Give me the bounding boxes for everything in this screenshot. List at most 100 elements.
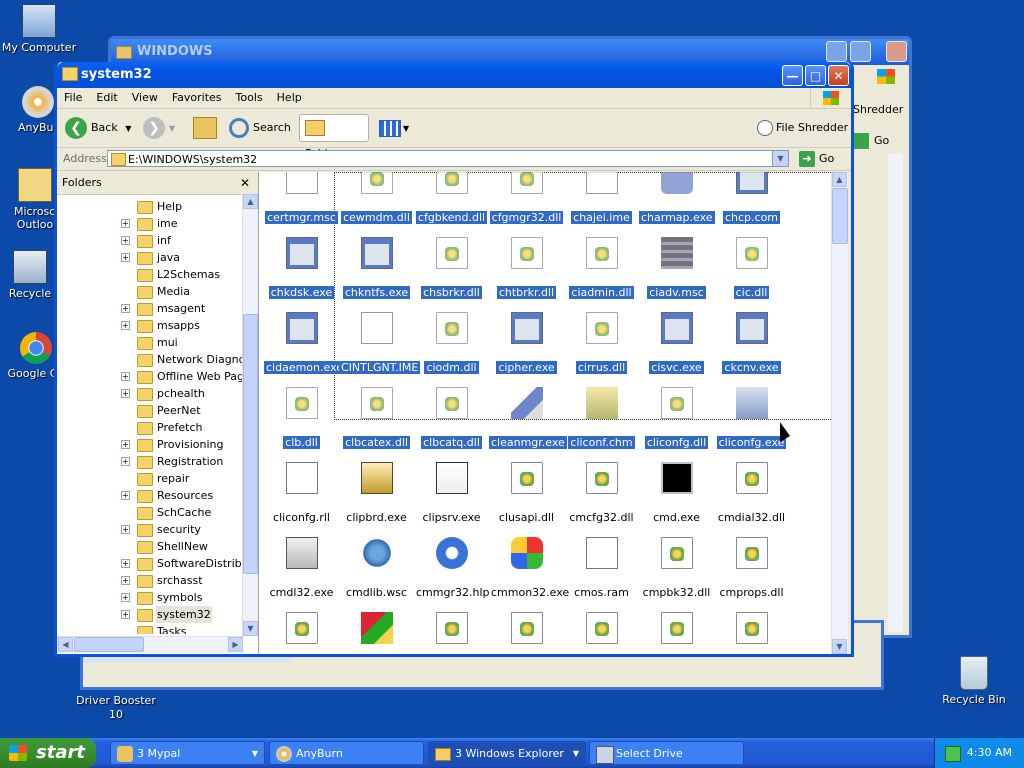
- address-input[interactable]: E:\WINDOWS\system32 ▼: [107, 150, 789, 167]
- network-icon[interactable]: [945, 746, 961, 762]
- file-item[interactable]: ciadv.msc: [639, 237, 714, 299]
- back-button[interactable]: ❮ Back ▼: [65, 115, 131, 141]
- file-item[interactable]: cipher.exe: [489, 312, 564, 374]
- folder-tree-item[interactable]: Help: [57, 198, 242, 215]
- file-item[interactable]: cmos.ram: [564, 537, 639, 599]
- file-item[interactable]: cirrus.dll: [564, 312, 639, 374]
- scroll-thumb[interactable]: [74, 637, 144, 652]
- menu-file[interactable]: File: [57, 91, 89, 104]
- folder-tree-item[interactable]: ShellNew: [57, 538, 242, 555]
- folder-tree-item[interactable]: + security: [57, 521, 242, 538]
- file-item[interactable]: [639, 612, 714, 654]
- expand-toggle[interactable]: +: [121, 372, 130, 381]
- close-icon[interactable]: ✕: [240, 172, 250, 194]
- scroll-thumb[interactable]: [832, 188, 848, 244]
- folder-tree-item[interactable]: repair: [57, 470, 242, 487]
- folder-tree-item[interactable]: + msapps: [57, 317, 242, 334]
- folder-tree-item[interactable]: Prefetch: [57, 419, 242, 436]
- expand-toggle[interactable]: +: [121, 253, 130, 262]
- expand-toggle[interactable]: +: [121, 389, 130, 398]
- menu-tools[interactable]: Tools: [229, 91, 270, 104]
- file-item[interactable]: cmdl32.exe: [264, 537, 339, 599]
- taskbar-button-windows-explorer[interactable]: 3 Windows Explorer ▼: [428, 741, 586, 765]
- desktop-icon-my-computer[interactable]: My Computer: [0, 4, 79, 54]
- close-button[interactable]: [886, 41, 907, 62]
- files-vertical-scrollbar[interactable]: ▲ ▼: [831, 172, 848, 654]
- file-item[interactable]: cliconfg.exe: [714, 387, 789, 449]
- file-item[interactable]: clbcatex.dll: [339, 387, 414, 449]
- folder-tree-item[interactable]: + pchealth: [57, 385, 242, 402]
- file-item[interactable]: cfgmgr32.dll: [489, 172, 564, 224]
- file-item[interactable]: clipsrv.exe: [414, 462, 489, 524]
- scroll-up-button[interactable]: ▲: [832, 172, 847, 187]
- file-item[interactable]: cliconfg.rll: [264, 462, 339, 524]
- file-item[interactable]: chsbrkr.dll: [414, 237, 489, 299]
- expand-toggle[interactable]: +: [121, 304, 130, 313]
- folders-button[interactable]: Folders: [299, 114, 369, 160]
- folder-tree-item[interactable]: + Provisioning: [57, 436, 242, 453]
- file-item[interactable]: chtbrkr.dll: [489, 237, 564, 299]
- back-scrollbar[interactable]: [888, 154, 903, 632]
- address-dropdown-button[interactable]: ▼: [772, 151, 788, 166]
- folder-tree-item[interactable]: Media: [57, 283, 242, 300]
- file-item[interactable]: cewmdm.dll: [339, 172, 414, 224]
- expand-toggle[interactable]: +: [121, 440, 130, 449]
- file-item[interactable]: charmap.exe: [639, 172, 715, 224]
- file-item[interactable]: ckcnv.exe: [714, 312, 789, 374]
- up-folder-button[interactable]: [193, 115, 217, 141]
- file-item[interactable]: [564, 612, 639, 654]
- scroll-down-button[interactable]: ▼: [243, 621, 258, 636]
- clock[interactable]: 4:30 AM: [967, 746, 1012, 759]
- folder-tree-item[interactable]: + ime: [57, 215, 242, 232]
- taskbar-button-mypal[interactable]: 3 Mypal ▼: [110, 741, 265, 765]
- expand-toggle[interactable]: +: [121, 491, 130, 500]
- file-item[interactable]: [489, 612, 564, 654]
- maximize-button[interactable]: [850, 41, 871, 62]
- file-item[interactable]: cisvc.exe: [639, 312, 714, 374]
- expand-toggle[interactable]: +: [121, 559, 130, 568]
- file-item[interactable]: CINTLGNT.IME: [339, 312, 421, 374]
- file-item[interactable]: cmmgr32.hlp: [414, 537, 490, 599]
- expand-toggle[interactable]: +: [121, 576, 130, 585]
- scroll-up-button[interactable]: ▲: [243, 194, 258, 209]
- expand-toggle[interactable]: +: [121, 321, 130, 330]
- file-item[interactable]: cmcfg32.dll: [564, 462, 639, 524]
- back-toolbar-shredder[interactable]: Shredder: [853, 103, 903, 116]
- file-item[interactable]: cmpbk32.dll: [639, 537, 714, 599]
- menu-edit[interactable]: Edit: [89, 91, 124, 104]
- views-button[interactable]: ▼: [379, 115, 409, 141]
- go-button[interactable]: ➜ Go: [799, 150, 841, 168]
- taskbar-button-select-drive[interactable]: Select Drive: [589, 741, 744, 765]
- folder-tree-item[interactable]: Network Diagnost: [57, 351, 242, 368]
- folder-tree-item[interactable]: + Resources: [57, 487, 242, 504]
- file-item[interactable]: cmprops.dll: [714, 537, 789, 599]
- file-item[interactable]: cleanmgr.exe: [489, 387, 567, 449]
- expand-toggle[interactable]: +: [121, 610, 130, 619]
- file-item[interactable]: cmd.exe: [639, 462, 714, 524]
- folder-tree-item[interactable]: + symbols: [57, 589, 242, 606]
- expand-toggle[interactable]: +: [121, 219, 130, 228]
- file-item[interactable]: cfgbkend.dll: [414, 172, 489, 224]
- folder-tree-item[interactable]: + Registration: [57, 453, 242, 470]
- file-item[interactable]: cmmon32.exe: [489, 537, 569, 599]
- folder-tree-item[interactable]: + inf: [57, 232, 242, 249]
- file-item[interactable]: cliconfg.dll: [639, 387, 714, 449]
- menu-view[interactable]: View: [125, 91, 165, 104]
- file-item[interactable]: cic.dll: [714, 237, 789, 299]
- file-item[interactable]: [339, 612, 414, 654]
- file-item[interactable]: [264, 612, 339, 654]
- title-bar[interactable]: system32 — □ ✕: [57, 62, 851, 88]
- file-item[interactable]: ciodm.dll: [414, 312, 489, 374]
- expand-toggle[interactable]: +: [121, 236, 130, 245]
- minimize-button[interactable]: —: [782, 65, 803, 86]
- scroll-right-button[interactable]: ▶: [228, 637, 243, 652]
- expand-toggle[interactable]: +: [121, 525, 130, 534]
- scroll-down-button[interactable]: ▼: [832, 639, 847, 654]
- folder-tree-item[interactable]: + msagent: [57, 300, 242, 317]
- file-item[interactable]: chcp.com: [714, 172, 789, 224]
- start-button[interactable]: start: [0, 738, 96, 768]
- file-item[interactable]: clusapi.dll: [489, 462, 564, 524]
- file-item[interactable]: clb.dll: [264, 387, 339, 449]
- file-shredder-button[interactable]: File Shredder: [757, 115, 848, 141]
- folder-tree-item[interactable]: mui: [57, 334, 242, 351]
